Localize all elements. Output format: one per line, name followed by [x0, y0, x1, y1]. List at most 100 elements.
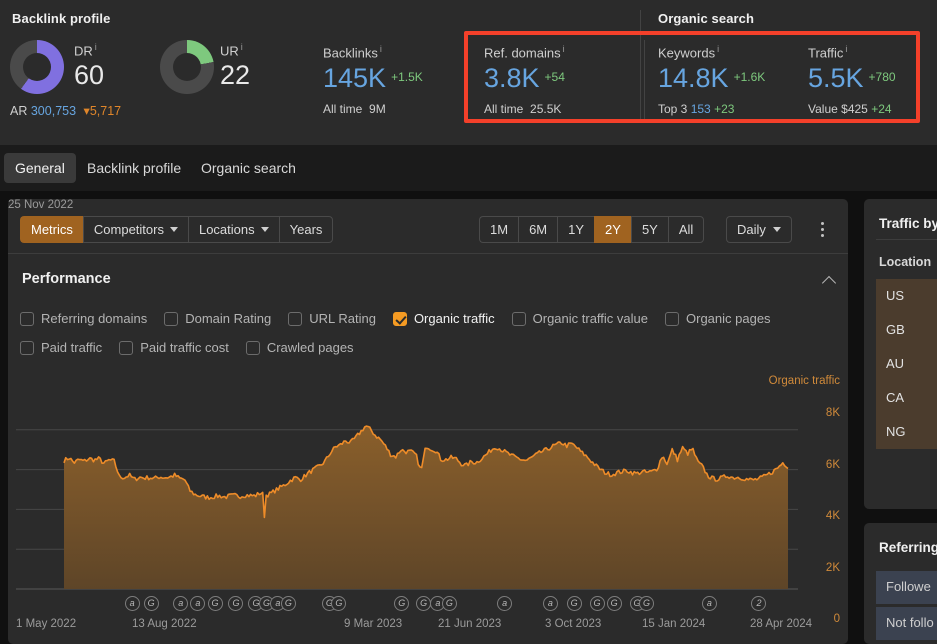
chart-event-marker[interactable]: a — [542, 596, 558, 611]
referring-name: Followe — [886, 579, 931, 594]
organic-traffic-chart[interactable] — [8, 389, 848, 613]
tab-general[interactable]: General — [4, 153, 76, 183]
metric-domain-rating: DR i 60 — [74, 42, 104, 92]
checkbox-organic-pages[interactable]: Organic pages — [665, 311, 771, 326]
location-name: AU — [886, 356, 905, 371]
checkbox-organic-traffic-value[interactable]: Organic traffic value — [511, 311, 648, 326]
checkbox-crawled-pages[interactable]: Crawled pages — [245, 340, 354, 355]
range-1m[interactable]: 1M — [479, 216, 519, 243]
checkbox-referring-domains[interactable]: Referring domains — [20, 311, 147, 326]
domain-rating-donut — [10, 40, 64, 94]
location-row-us[interactable]: US — [876, 279, 937, 313]
info-icon[interactable]: i — [380, 44, 382, 54]
checkbox-box — [20, 340, 34, 355]
performance-title: Performance — [22, 271, 111, 287]
overview-divider-right — [644, 40, 645, 120]
location-row-ng[interactable]: NG — [876, 415, 937, 449]
range-5y[interactable]: 5Y — [630, 216, 668, 243]
traffic-by-location-panel: Traffic by Location US GB AU CA NG ‹ › — [864, 199, 937, 509]
url-rating-donut — [160, 40, 214, 94]
backlink-profile-heading: Backlink profile — [12, 11, 111, 26]
chart-event-marker[interactable]: G — [606, 596, 622, 611]
metric-traffic-value: 5.5K +780 — [808, 63, 896, 94]
metric-keywords-sub: Top 3 153 +23 — [658, 102, 735, 117]
metric-url-rating-label: UR i — [220, 42, 243, 59]
info-icon[interactable]: i — [717, 44, 719, 54]
range-6m[interactable]: 6M — [518, 216, 558, 243]
x-tick-5: 3 Oct 2023 — [545, 618, 602, 630]
chart-event-marker[interactable]: G — [589, 596, 605, 611]
chart-event-marker[interactable]: a — [124, 596, 140, 611]
checkbox-box — [288, 311, 303, 326]
info-icon[interactable]: i — [845, 44, 847, 54]
range-2y[interactable]: 2Y — [594, 216, 631, 243]
y-tick-0: 0 — [833, 613, 840, 625]
info-icon[interactable]: i — [241, 42, 243, 52]
chart-event-marker[interactable]: G — [566, 596, 582, 611]
chevron-up-icon[interactable] — [823, 276, 837, 285]
locations-button[interactable]: Locations — [187, 216, 279, 243]
section-tabs: General Backlink profile Organic search — [0, 145, 937, 191]
tab-backlink-profile[interactable]: Backlink profile — [76, 153, 192, 183]
competitors-button[interactable]: Competitors — [82, 216, 188, 243]
chart-event-marker[interactable]: G — [441, 596, 457, 611]
metric-backlinks-value: 145K +1.5K — [323, 63, 423, 94]
location-row-ca[interactable]: CA — [876, 381, 937, 415]
checkbox-paid-traffic-cost[interactable]: Paid traffic cost — [119, 340, 229, 355]
chart-event-marker[interactable]: a — [701, 596, 717, 611]
y-tick-6k: 6K — [825, 459, 840, 471]
ahrefs-rank-label: AR — [10, 104, 28, 118]
metric-ref-domains-delta: +54 — [544, 70, 565, 85]
metric-domain-rating-label: DR i — [74, 42, 97, 59]
chevron-down-icon — [169, 227, 178, 232]
traffic-panel-column-header: Location — [879, 255, 932, 269]
performance-card: Metrics Competitors Locations Years 1M 6… — [8, 199, 848, 644]
ahrefs-rank-change: ▾5,717 — [83, 104, 122, 118]
years-button[interactable]: Years — [278, 216, 334, 243]
metric-traffic-label: Traffic i — [808, 44, 848, 61]
granularity-dropdown[interactable]: Daily — [726, 216, 792, 243]
checkbox-domain-rating[interactable]: Domain Rating — [164, 311, 271, 326]
range-all[interactable]: All — [667, 216, 705, 243]
metric-ref-domains-value: 3.8K +54 — [484, 63, 565, 94]
chart-event-marker[interactable]: G — [207, 596, 223, 611]
x-tick-6: 15 Jan 2024 — [642, 618, 706, 630]
metric-domain-rating-value: 60 — [74, 60, 105, 91]
chart-event-marker[interactable]: G — [280, 596, 296, 611]
checkbox-box — [245, 340, 260, 355]
chart-event-marker[interactable]: G — [639, 596, 655, 611]
overview-bar: Backlink profile Organic search DR i 60 U… — [0, 0, 937, 145]
tab-organic-search[interactable]: Organic search — [190, 153, 307, 183]
checkbox-paid-traffic[interactable]: Paid traffic — [20, 340, 102, 355]
referring-row-followed[interactable]: Followe — [876, 571, 937, 604]
metric-backlinks: Backlinks i 145K +1.5K All time 9M — [323, 44, 423, 116]
toolbar-divider — [8, 253, 848, 254]
referring-row-not-followed[interactable]: Not follo — [876, 607, 937, 640]
checkbox-box — [511, 311, 526, 326]
chart-event-marker[interactable]: G — [143, 596, 159, 611]
range-1y[interactable]: 1Y — [557, 216, 595, 243]
location-name: CA — [886, 390, 905, 405]
chart-series-label: Organic traffic — [768, 375, 840, 387]
traffic-panel-divider — [876, 239, 937, 240]
info-icon[interactable]: i — [563, 44, 565, 54]
x-tick-3: 9 Mar 2023 — [344, 618, 403, 630]
checkbox-box — [20, 311, 34, 326]
metric-backlinks-label: Backlinks i — [323, 44, 382, 61]
referring-panel-title: Referring — [879, 540, 937, 555]
more-options-icon[interactable] — [814, 219, 830, 239]
metric-keywords-value: 14.8K +1.6K — [658, 63, 766, 94]
checkbox-box — [392, 311, 407, 326]
date-range-group: 1M 6M 1Y 2Y 5Y All — [479, 216, 705, 243]
chevron-down-icon — [260, 227, 269, 232]
metrics-button[interactable]: Metrics — [20, 216, 83, 243]
location-row-gb[interactable]: GB — [876, 313, 937, 347]
checkbox-url-rating[interactable]: URL Rating — [288, 311, 376, 326]
metric-traffic-delta: +780 — [868, 70, 896, 85]
info-icon[interactable]: i — [95, 42, 97, 52]
traffic-panel-title: Traffic by — [879, 216, 937, 231]
checkbox-organic-traffic[interactable]: Organic traffic — [392, 311, 495, 326]
referring-name: Not follo — [886, 615, 934, 630]
metric-toggle-row-1: Referring domains Domain Rating URL Rati… — [20, 311, 788, 326]
location-row-au[interactable]: AU — [876, 347, 937, 381]
